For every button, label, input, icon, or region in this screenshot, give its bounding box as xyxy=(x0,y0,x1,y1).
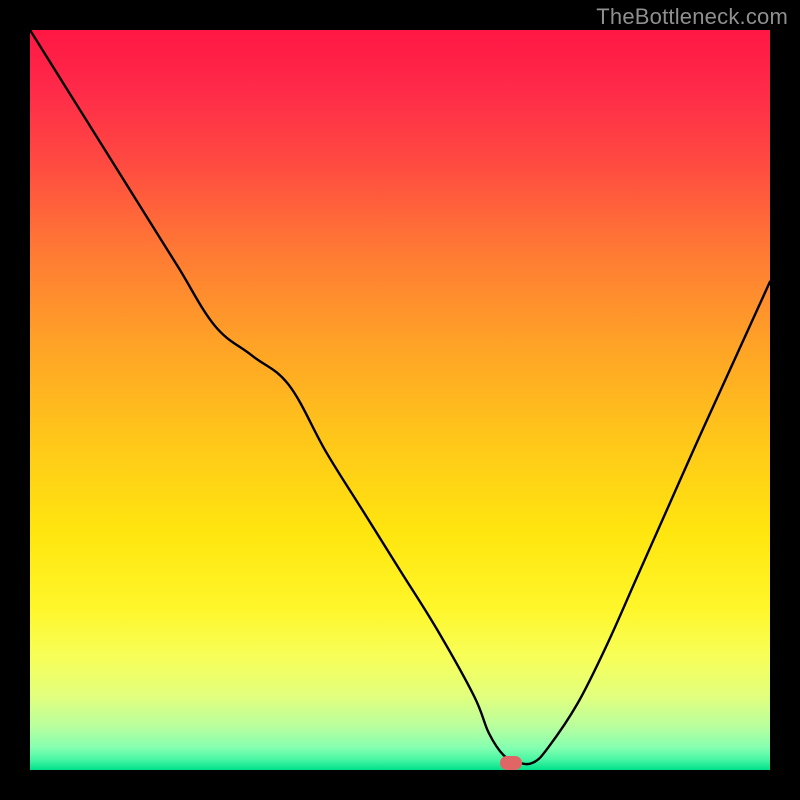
bottleneck-curve xyxy=(30,30,770,770)
curve-path xyxy=(30,30,770,764)
plot-area xyxy=(30,30,770,770)
chart-frame: TheBottleneck.com xyxy=(0,0,800,800)
watermark-text: TheBottleneck.com xyxy=(596,4,788,30)
optimum-marker xyxy=(500,756,522,770)
